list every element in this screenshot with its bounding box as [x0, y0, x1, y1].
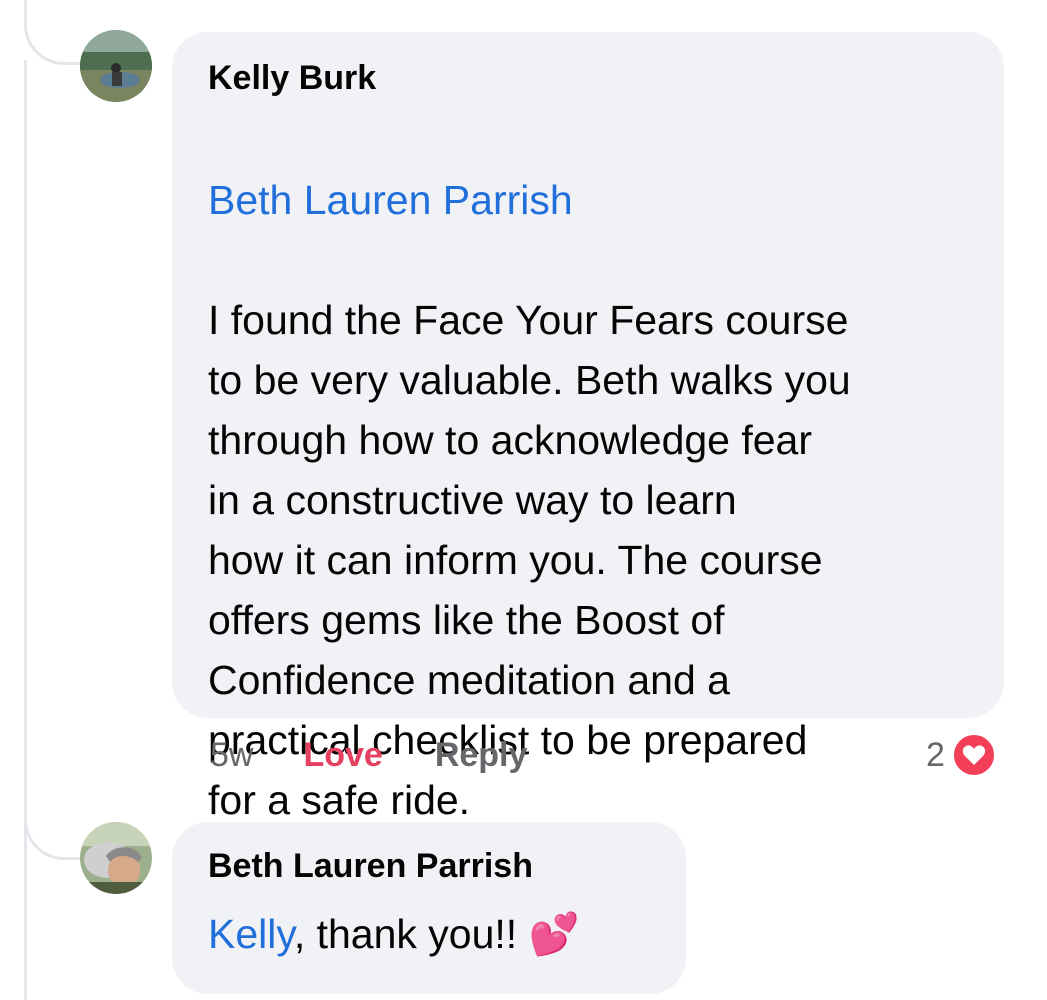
reaction-summary[interactable]: 2: [926, 732, 997, 778]
comment-body: Beth Lauren Parrish I found the Face You…: [208, 110, 968, 830]
heart-icon: [950, 732, 997, 778]
mention-link[interactable]: Beth Lauren Parrish: [208, 177, 573, 223]
comment-bubble: Kelly Burk Beth Lauren Parrish I found t…: [172, 32, 1004, 823]
comment-actions: 5w Love Reply: [210, 730, 527, 780]
avatar[interactable]: [80, 30, 152, 102]
mention-link[interactable]: Kelly: [208, 911, 294, 957]
two-hearts-icon: 💕: [528, 911, 580, 957]
thread-connector: [24, 0, 84, 65]
comment-text: , thank you!!: [293, 911, 518, 957]
comment-timestamp[interactable]: 5w: [210, 736, 253, 775]
avatar[interactable]: [80, 822, 152, 894]
comment-author[interactable]: Beth Lauren Parrish: [208, 846, 650, 886]
thread-line: [24, 60, 27, 1000]
love-button[interactable]: Love: [303, 736, 382, 775]
avatar-photo: [80, 30, 152, 102]
comment-body: Kelly, thank you!! 💕: [208, 904, 650, 964]
comment-author[interactable]: Kelly Burk: [208, 58, 968, 98]
thread-connector: [24, 770, 84, 860]
reply-button[interactable]: Reply: [435, 736, 528, 775]
reaction-count: 2: [926, 735, 945, 774]
avatar-photo: [80, 822, 152, 894]
comment-bubble: Beth Lauren Parrish Kelly, thank you!! 💕: [172, 822, 686, 994]
